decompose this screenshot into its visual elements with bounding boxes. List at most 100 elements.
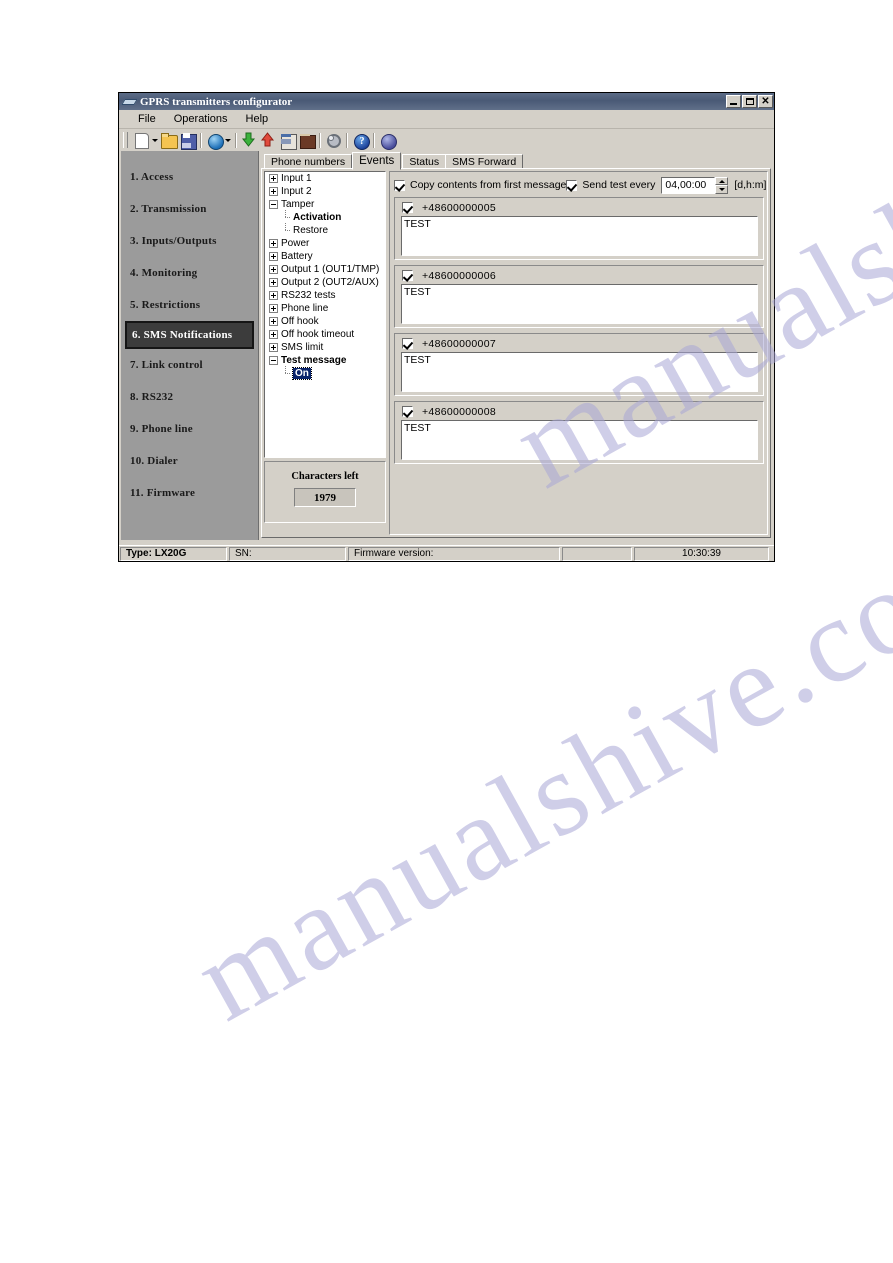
watermark-text-2: manualshive.com [174, 491, 893, 1046]
expand-plus-icon[interactable] [269, 278, 278, 287]
close-button[interactable]: ✕ [758, 95, 773, 108]
phone-2-message[interactable]: TEST [401, 284, 758, 324]
minimize-button[interactable] [726, 95, 741, 108]
maximize-button[interactable] [742, 95, 757, 108]
tree-node-on[interactable]: On [265, 366, 385, 380]
phone-1-number: +48600000005 [422, 201, 496, 214]
tab-events[interactable]: Events [352, 152, 402, 170]
interval-spinner[interactable]: 04,00:00 [661, 176, 729, 194]
app-icon [122, 96, 136, 108]
phone-group-1-header: +48600000005 [395, 200, 763, 215]
copy-contents-checkbox[interactable] [394, 179, 405, 191]
tree-node-label: Output 1 (OUT1/TMP) [281, 264, 380, 275]
events-tree[interactable]: Input 1 Input 2 Tamper Activation Restor… [264, 171, 386, 458]
tree-node-label: RS232 tests [281, 290, 336, 301]
expand-plus-icon[interactable] [269, 330, 278, 339]
new-document-dropdown-icon[interactable] [151, 132, 159, 148]
sidebar-item-dialer[interactable]: 10. Dialer [121, 445, 258, 477]
tree-node-rs232-tests[interactable]: RS232 tests [265, 289, 385, 302]
expand-plus-icon[interactable] [269, 291, 278, 300]
tree-node-label: Off hook timeout [281, 329, 355, 340]
expand-plus-icon[interactable] [269, 187, 278, 196]
collapse-minus-icon[interactable] [269, 356, 278, 365]
open-folder-icon[interactable] [160, 132, 178, 149]
event-log-book-icon[interactable] [298, 132, 316, 149]
tree-node-input-2[interactable]: Input 2 [265, 185, 385, 198]
tree-node-off-hook[interactable]: Off hook [265, 315, 385, 328]
menu-item-operations[interactable]: Operations [165, 112, 237, 126]
sidebar-item-firmware[interactable]: 11. Firmware [121, 477, 258, 509]
sidebar-item-phone-line[interactable]: 9. Phone line [121, 413, 258, 445]
phone-1-message[interactable]: TEST [401, 216, 758, 256]
phone-3-message[interactable]: TEST [401, 352, 758, 392]
sidebar-item-inputs-outputs[interactable]: 3. Inputs/Outputs [121, 225, 258, 257]
tree-node-activation[interactable]: Activation [265, 210, 385, 224]
sidebar-item-access[interactable]: 1. Access [121, 161, 258, 193]
interval-input[interactable]: 04,00:00 [661, 176, 716, 194]
expand-plus-icon[interactable] [269, 265, 278, 274]
toolbar-separator [346, 132, 348, 148]
download-to-device-icon[interactable] [241, 132, 258, 149]
globe-connection-dropdown-icon[interactable] [224, 132, 232, 148]
phone-4-checkbox[interactable] [402, 406, 413, 417]
tab-sms-forward[interactable]: SMS Forward [445, 154, 524, 169]
tree-node-off-hook-timeout[interactable]: Off hook timeout [265, 328, 385, 341]
title-bar[interactable]: GPRS transmitters configurator ✕ [119, 93, 774, 110]
sidebar-item-restrictions[interactable]: 5. Restrictions [121, 289, 258, 321]
device-info-icon[interactable] [279, 132, 297, 150]
events-detail-panel: Copy contents from first message Send te… [389, 171, 768, 535]
tab-phone-numbers[interactable]: Phone numbers [264, 154, 353, 169]
help-question-icon[interactable]: ? [352, 132, 370, 150]
upload-from-device-icon[interactable] [260, 131, 277, 149]
expand-plus-icon[interactable] [269, 239, 278, 248]
toolbar-grip[interactable] [123, 132, 128, 148]
tree-node-power[interactable]: Power [265, 237, 385, 250]
menu-item-help[interactable]: Help [237, 112, 278, 126]
settings-gear-icon[interactable] [325, 132, 342, 149]
toolbar-separator [235, 132, 237, 148]
spinner-up-button[interactable] [715, 176, 729, 185]
toolbar-separator [200, 132, 202, 148]
sidebar-item-sms-notifications[interactable]: 6. SMS Notifications [125, 321, 254, 349]
phone-3-number: +48600000007 [422, 337, 496, 350]
status-bar: Type: LX20G SN: Firmware version: 10:30:… [119, 545, 774, 561]
sidebar-item-link-control[interactable]: 7. Link control [121, 349, 258, 381]
globe-connection-icon[interactable] [206, 132, 224, 150]
tree-node-test-message[interactable]: Test message [265, 354, 385, 367]
send-test-checkbox[interactable] [566, 179, 578, 191]
expand-plus-icon[interactable] [269, 174, 278, 183]
tree-node-tamper[interactable]: Tamper [265, 198, 385, 211]
save-icon[interactable] [179, 132, 197, 150]
tab-status[interactable]: Status [402, 154, 447, 169]
expand-plus-icon[interactable] [269, 317, 278, 326]
tree-node-output-2[interactable]: Output 2 (OUT2/AUX) [265, 276, 385, 289]
tree-node-restore[interactable]: Restore [265, 223, 385, 237]
phone-group-2: +48600000006 TEST [394, 265, 764, 328]
phone-3-checkbox[interactable] [402, 338, 413, 349]
tree-node-label: Battery [281, 251, 313, 262]
sidebar-item-transmission[interactable]: 2. Transmission [121, 193, 258, 225]
sidebar-item-monitoring[interactable]: 4. Monitoring [121, 257, 258, 289]
tree-node-battery[interactable]: Battery [265, 250, 385, 263]
sidebar-item-rs232[interactable]: 8. RS232 [121, 381, 258, 413]
expand-plus-icon[interactable] [269, 304, 278, 313]
tree-node-label: On [292, 367, 312, 380]
menu-item-file[interactable]: File [129, 112, 165, 126]
phone-1-checkbox[interactable] [402, 202, 413, 213]
options-row: Copy contents from first message Send te… [394, 176, 766, 194]
collapse-minus-icon[interactable] [269, 200, 278, 209]
expand-plus-icon[interactable] [269, 343, 278, 352]
tree-branch-icon [281, 223, 290, 235]
tree-node-phone-line[interactable]: Phone line [265, 302, 385, 315]
tree-node-label: Test message [281, 355, 347, 366]
phone-2-checkbox[interactable] [402, 270, 413, 281]
spinner-down-button[interactable] [715, 185, 729, 194]
characters-left-label: Characters left [291, 471, 359, 482]
tree-node-output-1[interactable]: Output 1 (OUT1/TMP) [265, 263, 385, 276]
tree-node-sms-limit[interactable]: SMS limit [265, 341, 385, 354]
phone-4-message[interactable]: TEST [401, 420, 758, 460]
about-planet-icon[interactable] [379, 132, 397, 150]
new-document-icon[interactable] [133, 132, 150, 149]
expand-plus-icon[interactable] [269, 252, 278, 261]
tree-node-input-1[interactable]: Input 1 [265, 172, 385, 185]
